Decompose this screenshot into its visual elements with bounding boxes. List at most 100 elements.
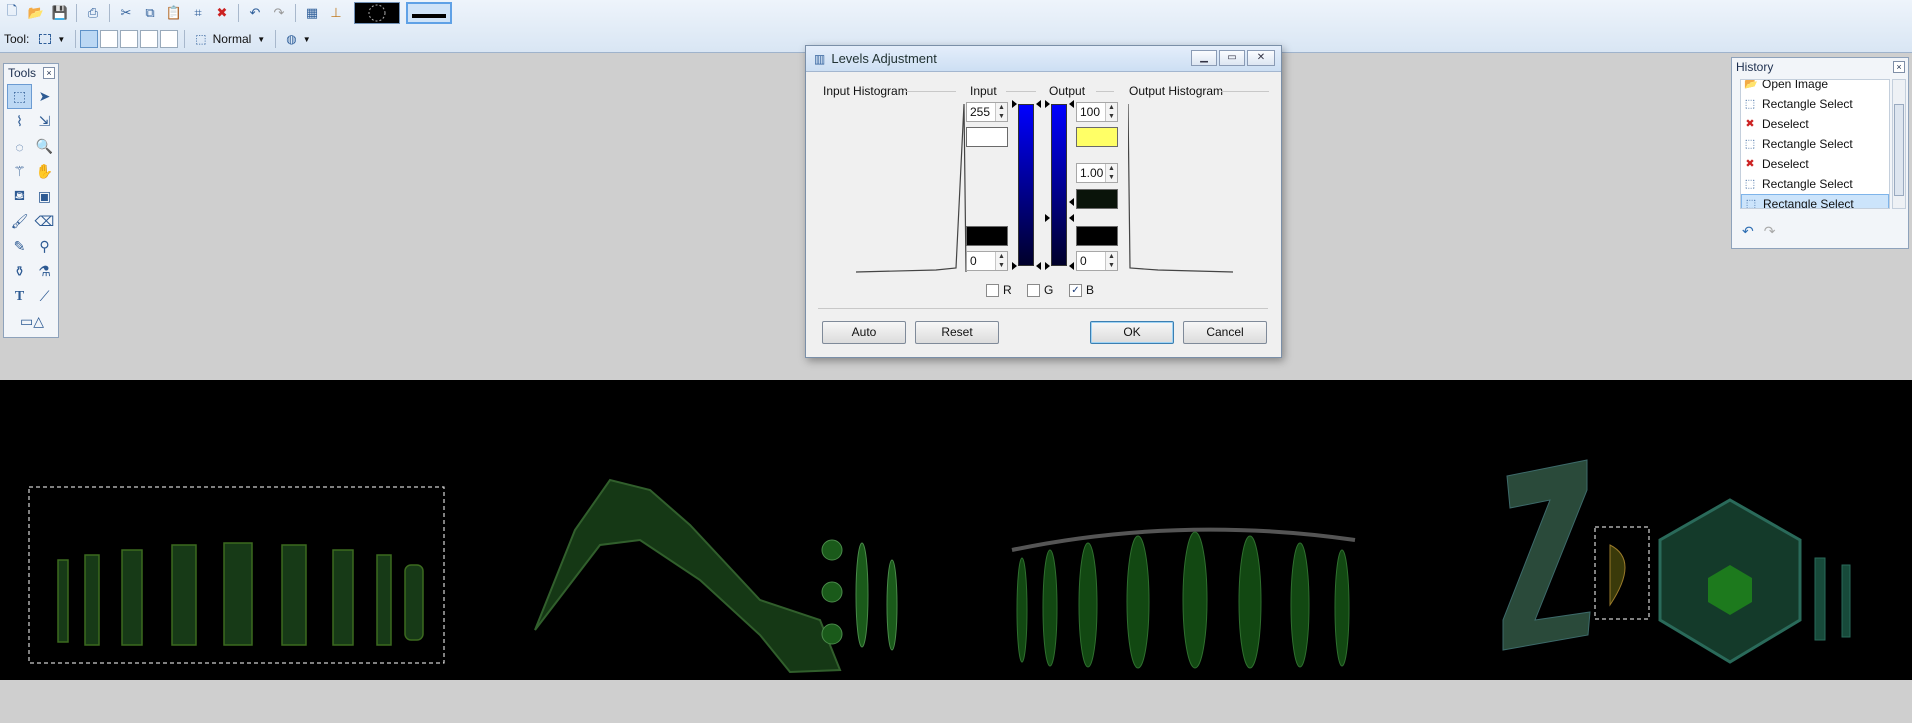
history-list[interactable]: 📂 Open Image ⬚ Rectangle Select ✖ Deselect ⬚ Re… (1740, 79, 1890, 209)
redo-icon[interactable]: ↷ (269, 3, 289, 23)
history-item[interactable]: ⬚ Rectangle Select (1741, 194, 1889, 208)
brush-preview-thumbnail[interactable] (354, 2, 400, 24)
slider-handle-icon[interactable] (1069, 262, 1074, 270)
print-icon[interactable]: ⎙ (83, 3, 103, 23)
selection-mode-exclude-button[interactable] (120, 30, 139, 48)
close-icon[interactable]: × (1893, 61, 1905, 73)
selection-mode-replace-button[interactable] (80, 30, 99, 48)
color-picker-tool-icon[interactable]: ⚲ (32, 234, 57, 259)
output-low-swatch[interactable] (1076, 226, 1118, 246)
image-canvas[interactable] (0, 380, 1912, 680)
paint-bucket-tool-icon[interactable]: ⛾ (7, 184, 32, 209)
recolor-tool-icon[interactable]: ⚗ (32, 259, 57, 284)
delete-selection-icon[interactable]: ✖ (212, 3, 232, 23)
pan-tool-icon[interactable]: ✋ (32, 159, 57, 184)
input-high-spinner[interactable]: 255 ▲ ▼ (966, 102, 1008, 122)
slider-handle-icon[interactable] (1045, 100, 1050, 108)
zoom-tool-icon[interactable]: 🔍 (32, 134, 57, 159)
antialias-dropdown[interactable]: ◍ ▼ (280, 30, 316, 48)
text-tool-icon[interactable]: T (7, 284, 32, 309)
spin-arrows-icon[interactable]: ▲ ▼ (1105, 164, 1117, 182)
spin-arrows-icon[interactable]: ▲ ▼ (995, 252, 1007, 270)
scrollbar-thumb[interactable] (1894, 104, 1904, 196)
move-selection-tool-icon[interactable]: ⇲ (32, 109, 57, 134)
history-item[interactable]: 📂 Open Image (1741, 80, 1889, 94)
channel-g-checkbox[interactable]: G (1027, 283, 1053, 297)
checkbox-g-box[interactable] (1027, 283, 1040, 297)
maximize-icon[interactable]: ▭ (1219, 50, 1245, 66)
selection-mode-invert-button[interactable] (160, 30, 179, 48)
output-gamma-spinner[interactable]: 1.00 ▲ ▼ (1076, 163, 1118, 183)
input-high-swatch[interactable] (966, 127, 1008, 147)
slider-handle-icon[interactable] (1069, 100, 1074, 108)
undo-icon[interactable]: ↶ (245, 3, 265, 23)
history-item[interactable]: ⬚ Rectangle Select (1741, 94, 1889, 114)
save-icon[interactable]: 💾 (50, 3, 70, 23)
line-curve-tool-icon[interactable]: ⟋ (32, 284, 57, 309)
slider-handle-icon[interactable] (1045, 262, 1050, 270)
slider-handle-icon[interactable] (1036, 262, 1041, 270)
copy-icon[interactable]: ⧉ (140, 3, 160, 23)
ruler-icon[interactable]: ⊥ (326, 3, 346, 23)
slider-handle-icon[interactable] (1045, 214, 1050, 222)
output-high-spinner[interactable]: 100 ▲ ▼ (1076, 102, 1118, 122)
dialog-title-bar[interactable]: ▥ Levels Adjustment ▁ ▭ ✕ (806, 46, 1281, 72)
tool-select-dropdown[interactable]: ▼ (33, 30, 71, 48)
shapes-tool-icon[interactable]: ▭△ (7, 309, 57, 334)
lasso-tool-icon[interactable]: ⌇ (7, 109, 32, 134)
new-file-icon[interactable]: 🗋 (2, 3, 22, 23)
ellipse-select-tool-icon[interactable]: ◌ (7, 134, 32, 159)
output-high-swatch[interactable] (1076, 127, 1118, 147)
open-file-icon[interactable]: 📂 (26, 3, 46, 23)
checkbox-r-box[interactable] (986, 283, 999, 297)
channel-b-checkbox[interactable]: ✓ B (1069, 283, 1094, 297)
grid-icon[interactable]: ▦ (302, 3, 322, 23)
history-item[interactable]: ⬚ Rectangle Select (1741, 134, 1889, 154)
slider-handle-icon[interactable] (1069, 214, 1074, 222)
history-redo-icon[interactable]: ↷ (1764, 223, 1776, 240)
input-high-value: 255 (970, 105, 991, 119)
move-pixels-tool-icon[interactable]: ➤ (32, 84, 57, 109)
cancel-button[interactable]: Cancel (1183, 321, 1267, 344)
output-low-spinner[interactable]: 0 ▲ ▼ (1076, 251, 1118, 271)
paste-icon[interactable]: 📋 (164, 3, 184, 23)
selection-mode-union-button[interactable] (100, 30, 119, 48)
spin-arrows-icon[interactable]: ▲ ▼ (1105, 252, 1117, 270)
paintbrush-tool-icon[interactable]: 🖌 (7, 209, 32, 234)
spin-arrows-icon[interactable]: ▲ ▼ (1105, 103, 1117, 121)
slider-handle-icon[interactable] (1012, 262, 1017, 270)
spin-arrows-icon[interactable]: ▲ ▼ (995, 103, 1007, 121)
reset-button[interactable]: Reset (915, 321, 999, 344)
channel-r-checkbox[interactable]: R (986, 283, 1012, 297)
gradient-tool-icon[interactable]: ▣ (32, 184, 57, 209)
blend-mode-dropdown[interactable]: ⬚ Normal ▼ (189, 30, 271, 48)
auto-button[interactable]: Auto (822, 321, 906, 344)
history-scrollbar[interactable] (1892, 79, 1906, 209)
rectangle-select-tool-icon[interactable]: ⬚ (7, 84, 32, 109)
history-item[interactable]: ⬚ Rectangle Select (1741, 174, 1889, 194)
slider-handle-icon[interactable] (1012, 100, 1017, 108)
clone-stamp-tool-icon[interactable]: ⚱ (7, 259, 32, 284)
minimize-icon[interactable]: ▁ (1191, 50, 1217, 66)
ok-button[interactable]: OK (1090, 321, 1174, 344)
checkbox-b-box[interactable]: ✓ (1069, 283, 1082, 297)
input-low-swatch[interactable] (966, 226, 1008, 246)
slider-handle-icon[interactable] (1069, 198, 1074, 206)
input-gradient-slider[interactable] (1018, 104, 1034, 266)
selection-mode-intersect-button[interactable] (140, 30, 159, 48)
slider-handle-icon[interactable] (1036, 100, 1041, 108)
pencil-tool-icon[interactable]: ✎ (7, 234, 32, 259)
cut-icon[interactable]: ✂ (116, 3, 136, 23)
close-icon[interactable]: ✕ (1247, 50, 1275, 66)
crop-icon[interactable]: ⌗ (188, 3, 208, 23)
close-icon[interactable]: × (43, 67, 55, 79)
history-item[interactable]: ✖ Deselect (1741, 154, 1889, 174)
output-mid-swatch[interactable] (1076, 189, 1118, 209)
line-width-thumbnail[interactable] (406, 2, 452, 24)
input-low-spinner[interactable]: 0 ▲ ▼ (966, 251, 1008, 271)
output-gradient-slider[interactable] (1051, 104, 1067, 266)
magic-wand-tool-icon[interactable]: ⚚ (7, 159, 32, 184)
history-item[interactable]: ✖ Deselect (1741, 114, 1889, 134)
history-undo-icon[interactable]: ↶ (1742, 223, 1754, 240)
eraser-tool-icon[interactable]: ⌫ (32, 209, 57, 234)
